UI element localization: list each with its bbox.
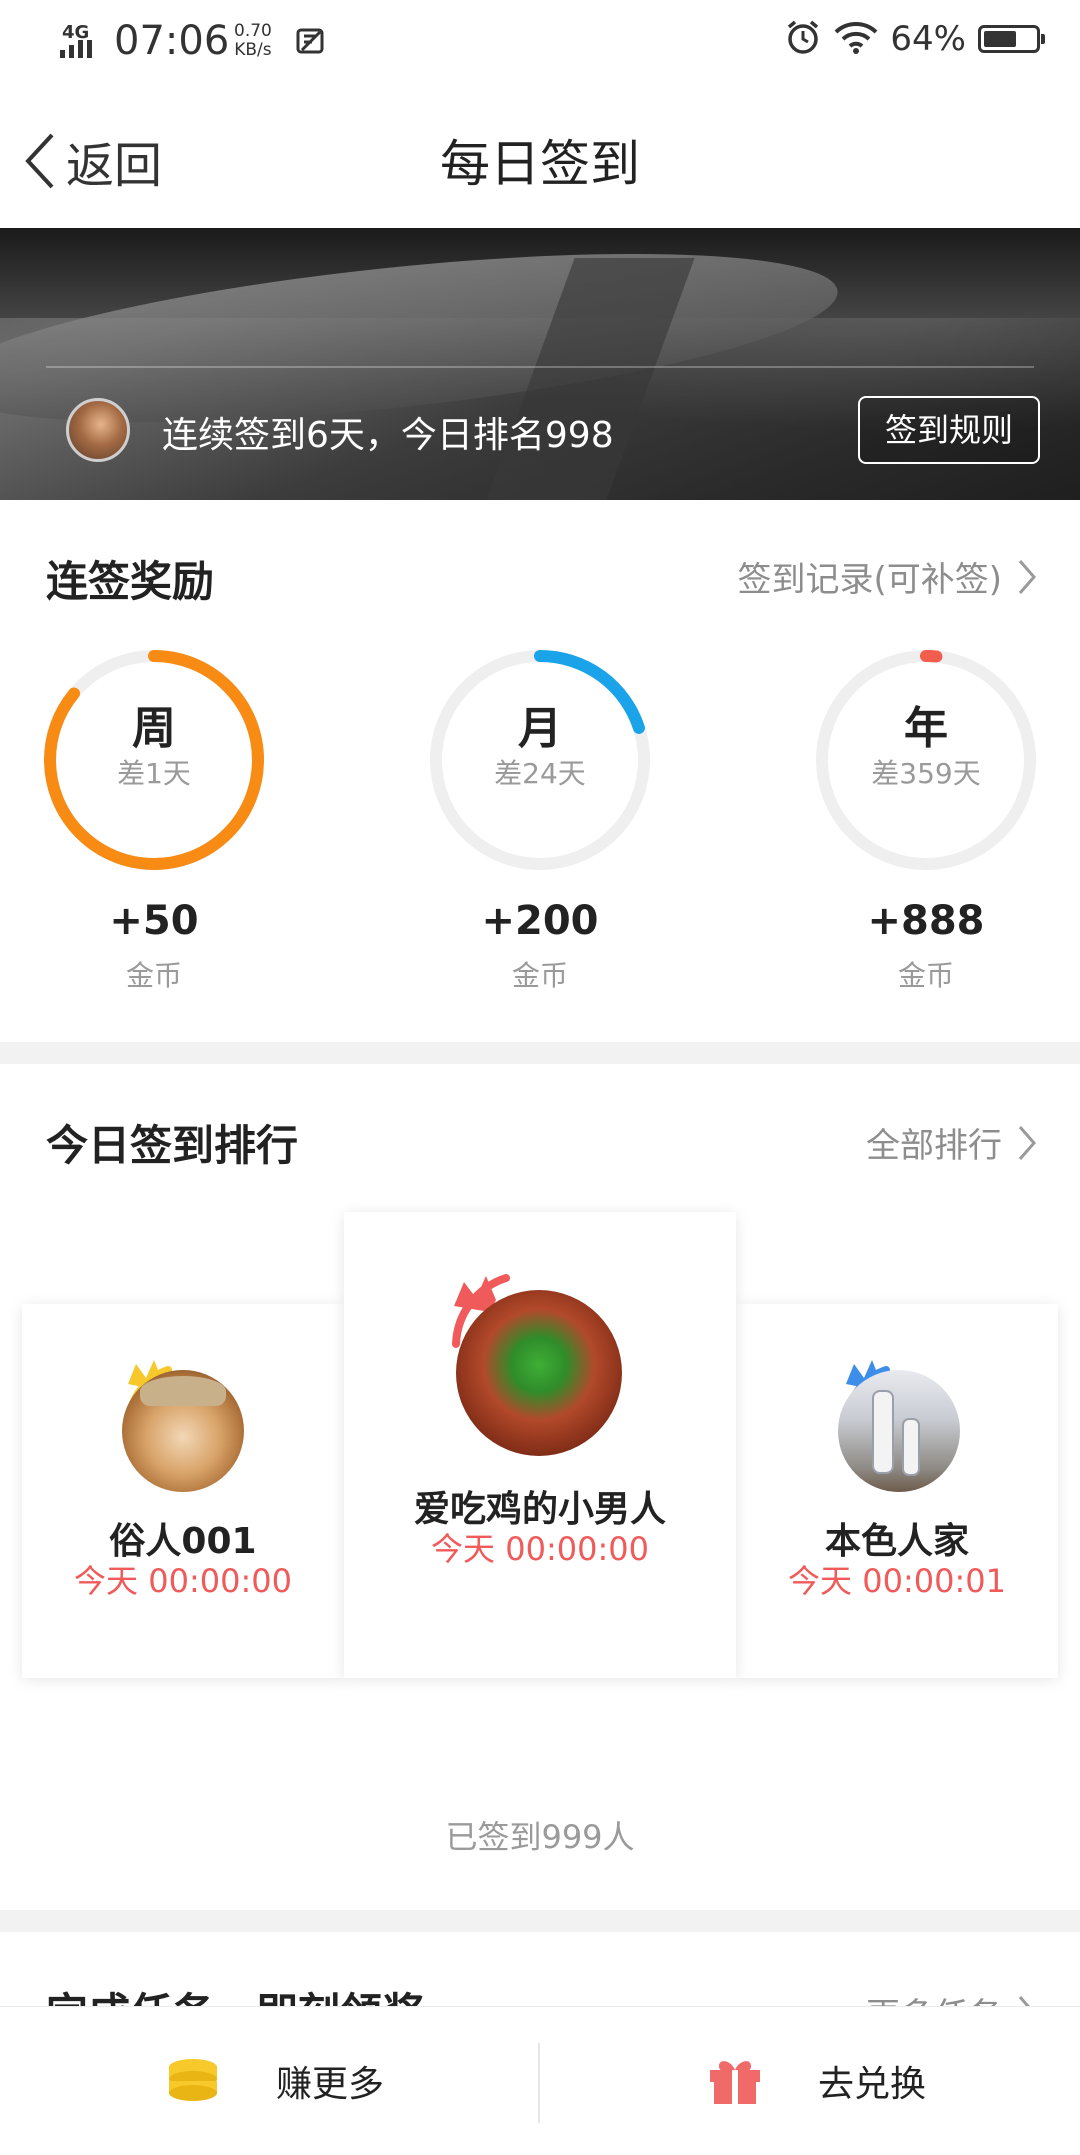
rank-time: 今天 00:00:01 bbox=[788, 1562, 1006, 1600]
earn-more-label: 赚更多 bbox=[276, 2064, 385, 2105]
status-time: 07:06 bbox=[114, 18, 230, 64]
gift-icon bbox=[710, 2061, 760, 2104]
avatar[interactable] bbox=[838, 1370, 960, 1492]
status-bar: 4G 07:06 0.70 KB/s 64% bbox=[0, 0, 1080, 86]
chevron-right-icon bbox=[1018, 1125, 1036, 1160]
banner-divider bbox=[46, 366, 1034, 368]
reward-week[interactable]: 周 差1天 +50 金币 bbox=[34, 640, 274, 1000]
reward-unit: 金币 bbox=[511, 959, 568, 992]
navbar: 返回 每日签到 bbox=[0, 86, 1080, 228]
battery-percent: 64% bbox=[890, 19, 966, 59]
signed-count: 已签到999人 bbox=[445, 1818, 635, 1856]
network-speed: 0.70 KB/s bbox=[234, 21, 272, 60]
sign-record-link[interactable]: 签到记录(可补签) bbox=[737, 552, 1038, 601]
reward-unit: 金币 bbox=[125, 959, 182, 992]
avatar[interactable] bbox=[122, 1370, 244, 1492]
avatar-figure bbox=[872, 1390, 894, 1474]
all-ranking-label: 全部排行 bbox=[866, 1126, 1002, 1166]
reward-year[interactable]: 年 差359天 +888 金币 bbox=[806, 640, 1046, 1000]
battery-fill bbox=[984, 31, 1016, 47]
avatar[interactable] bbox=[456, 1290, 622, 1456]
section-divider bbox=[0, 1042, 1080, 1064]
alarm-icon bbox=[784, 18, 822, 60]
screenshot-icon bbox=[294, 24, 328, 62]
page-title: 每日签到 bbox=[440, 135, 640, 193]
reward-remaining: 差24天 bbox=[494, 757, 586, 790]
exchange-button[interactable]: 去兑换 bbox=[708, 2007, 926, 2155]
signal-icon: 4G bbox=[60, 22, 106, 58]
rank-time: 今天 00:00:00 bbox=[74, 1562, 292, 1600]
banner: 连续签到6天，今日排名998 签到规则 bbox=[0, 228, 1080, 500]
reward-amount: +200 bbox=[481, 898, 599, 944]
bottom-bar-separator bbox=[538, 2043, 540, 2123]
reward-amount: +50 bbox=[109, 898, 199, 944]
reward-period: 周 bbox=[132, 703, 176, 754]
reward-remaining: 差1天 bbox=[117, 757, 191, 790]
rules-button[interactable]: 签到规则 bbox=[858, 396, 1040, 464]
exchange-label: 去兑换 bbox=[818, 2064, 927, 2105]
streak-text: 连续签到6天，今日排名998 bbox=[162, 415, 614, 456]
wifi-icon bbox=[834, 20, 878, 58]
all-ranking-link[interactable]: 全部排行 bbox=[866, 1118, 1038, 1167]
ranking-title: 今日签到排行 bbox=[46, 1121, 299, 1170]
bottom-bar: 赚更多 去兑换 bbox=[0, 2006, 1080, 2155]
chevron-right-icon bbox=[1018, 559, 1036, 594]
reward-month[interactable]: 月 差24天 +200 金币 bbox=[420, 640, 660, 1000]
reward-period: 月 bbox=[518, 703, 562, 754]
user-avatar[interactable] bbox=[66, 398, 130, 462]
rank-time: 今天 00:00:00 bbox=[431, 1530, 649, 1568]
sign-record-label: 签到记录(可补签) bbox=[737, 560, 1002, 600]
earn-more-button[interactable]: 赚更多 bbox=[166, 2007, 384, 2155]
avatar-figure-small bbox=[902, 1418, 920, 1476]
reward-amount: +888 bbox=[867, 898, 985, 944]
section-divider bbox=[0, 1910, 1080, 1932]
rank-card-second[interactable]: 俗人001 今天 00:00:00 bbox=[22, 1304, 344, 1678]
rank-card-first[interactable]: 爱吃鸡的小男人 今天 00:00:00 bbox=[344, 1212, 736, 1678]
coins-icon bbox=[169, 2059, 217, 2101]
reward-period: 年 bbox=[904, 703, 948, 754]
rank-card-third[interactable]: 本色人家 今天 00:00:01 bbox=[736, 1304, 1058, 1678]
reward-unit: 金币 bbox=[897, 959, 954, 992]
battery-icon bbox=[978, 25, 1045, 53]
rewards-title: 连签奖励 bbox=[46, 557, 215, 606]
reward-remaining: 差359天 bbox=[871, 757, 981, 790]
status-right: 64% bbox=[784, 18, 1045, 60]
avatar-hat bbox=[140, 1376, 226, 1406]
